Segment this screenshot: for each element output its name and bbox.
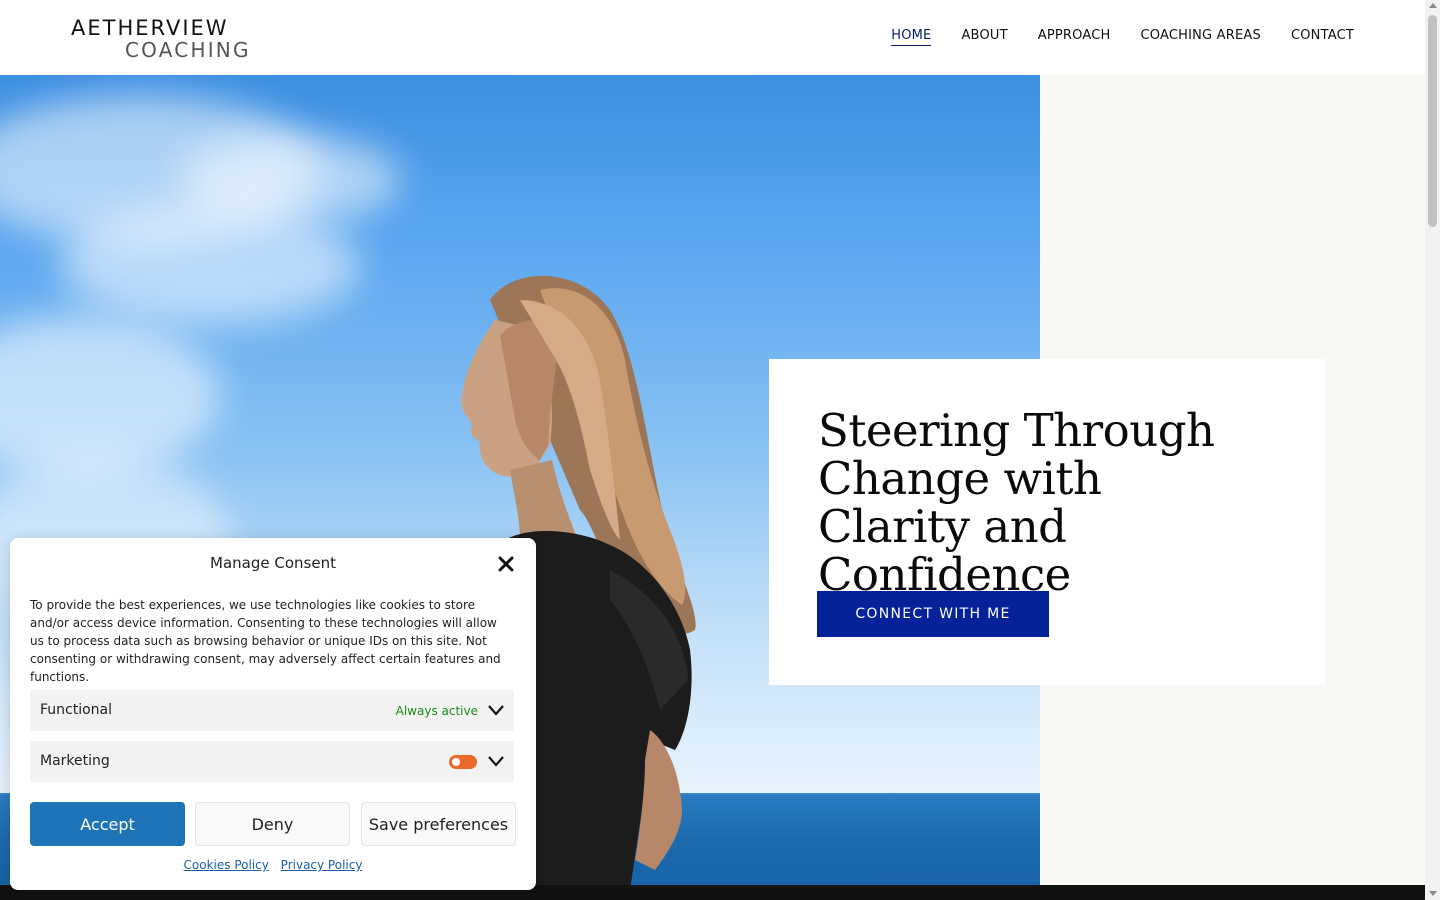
cookies-policy-link[interactable]: Cookies Policy xyxy=(184,858,269,872)
category-label: Marketing xyxy=(40,753,110,769)
logo[interactable]: AETHERVIEW COACHING xyxy=(71,16,261,62)
save-preferences-button[interactable]: Save preferences xyxy=(361,802,516,846)
nav-item-coaching-areas[interactable]: COACHING AREAS xyxy=(1140,28,1260,46)
category-label: Functional xyxy=(40,702,113,718)
consent-title: Manage Consent xyxy=(210,554,336,572)
scroll-thumb[interactable] xyxy=(1428,15,1437,227)
nav-item-about[interactable]: ABOUT xyxy=(961,28,1007,46)
scroll-down-arrow-icon[interactable] xyxy=(1429,891,1437,896)
nav-item-approach[interactable]: APPROACH xyxy=(1038,28,1111,46)
privacy-policy-link[interactable]: Privacy Policy xyxy=(281,858,363,872)
chevron-down-icon[interactable] xyxy=(487,754,505,768)
deny-button[interactable]: Deny xyxy=(195,802,350,846)
toggle-knob xyxy=(452,758,460,766)
hero-heading: Steering Through Change with Clarity and… xyxy=(818,404,1215,601)
chevron-down-icon[interactable] xyxy=(487,703,505,717)
main-nav: HOME ABOUT APPROACH COACHING AREAS CONTA… xyxy=(891,28,1354,46)
hero-card: Steering Through Change with Clarity and… xyxy=(769,359,1325,685)
page-scrollbar[interactable] xyxy=(1425,0,1440,900)
connect-button[interactable]: CONNECT WITH ME xyxy=(817,591,1049,637)
consent-links: Cookies Policy Privacy Policy xyxy=(10,858,536,872)
scroll-up-arrow-icon[interactable] xyxy=(1429,3,1437,8)
consent-body: To provide the best experiences, we use … xyxy=(30,598,501,684)
site-header: AETHERVIEW COACHING HOME ABOUT APPROACH … xyxy=(0,0,1425,75)
nav-item-contact[interactable]: CONTACT xyxy=(1291,28,1354,46)
accept-button[interactable]: Accept xyxy=(30,802,185,846)
logo-line2: COACHING xyxy=(125,38,251,62)
consent-modal: Manage Consent To provide the best exper… xyxy=(10,538,536,890)
marketing-toggle[interactable] xyxy=(449,755,477,769)
logo-line1: AETHERVIEW xyxy=(71,16,229,40)
category-functional[interactable]: Functional Always active xyxy=(30,690,514,731)
nav-item-home[interactable]: HOME xyxy=(891,28,932,46)
category-marketing[interactable]: Marketing xyxy=(30,741,514,782)
always-active-status: Always active xyxy=(395,704,478,718)
close-icon[interactable] xyxy=(496,554,516,574)
